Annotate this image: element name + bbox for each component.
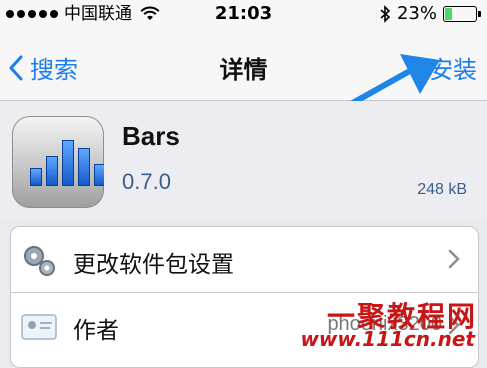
battery-percent: 23% [396, 3, 437, 24]
author-label: 作者 [73, 318, 119, 344]
battery-icon [443, 5, 481, 22]
app-size: 248 kB [417, 181, 467, 198]
app-version: 0.7.0 [122, 169, 171, 194]
contact-card-icon [21, 314, 57, 340]
author-value: phoenix3200 [327, 313, 442, 335]
bars-app-icon [12, 116, 104, 208]
app-name: Bars [122, 121, 180, 151]
change-package-settings-row[interactable]: 更改软件包设置 [11, 227, 478, 291]
status-right: 23% [379, 3, 481, 24]
page-title: 详情 [219, 56, 268, 84]
install-button[interactable]: 安装 [429, 50, 477, 85]
author-row[interactable]: 作者 phoenix3200 [11, 292, 478, 357]
status-bar: 中国联通 21:03 23% [0, 0, 487, 28]
change-package-settings-label: 更改软件包设置 [73, 252, 234, 278]
bluetooth-icon [380, 4, 391, 23]
gears-icon [24, 246, 55, 276]
chevron-right-icon [448, 315, 460, 335]
package-options-list: 更改软件包设置 作者 phoenix3200 [10, 226, 479, 368]
battery-level-fill [445, 7, 453, 20]
app-header: Bars 0.7.0 248 kB [0, 101, 487, 219]
nav-bar: 搜索 详情 安装 [0, 28, 487, 101]
chevron-right-icon [448, 249, 460, 269]
